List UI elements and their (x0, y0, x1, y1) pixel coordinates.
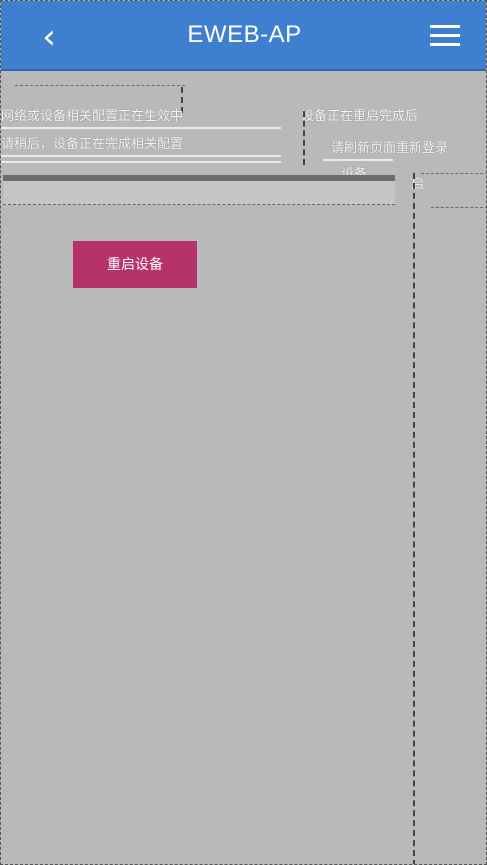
divider (431, 207, 486, 208)
divider (1, 127, 281, 129)
hamburger-menu-icon[interactable] (430, 25, 460, 47)
notice-line: 设备正在重启完成后 (301, 108, 419, 123)
divider (15, 85, 185, 86)
progress-bar (3, 175, 395, 205)
divider (413, 173, 415, 864)
app-header: ‹ EWEB-AP (1, 1, 486, 71)
divider (421, 173, 486, 174)
divider (1, 161, 281, 163)
notice-line: 请刷新页面重新登录 (331, 140, 449, 155)
divider (323, 159, 393, 161)
divider (1, 155, 281, 157)
notice-line: 请稍后，设备正在完成相关配置 (1, 136, 184, 151)
app-screen: ‹ EWEB-AP 网络或设备相关配置正在生效中 请稍后，设备正在完成相关配置 … (0, 0, 487, 865)
divider (303, 111, 305, 165)
notice-line: 网络或设备相关配置正在生效中 (1, 108, 184, 123)
restart-device-button[interactable]: 重启设备 (73, 241, 197, 288)
page-title: EWEB-AP (187, 21, 302, 48)
